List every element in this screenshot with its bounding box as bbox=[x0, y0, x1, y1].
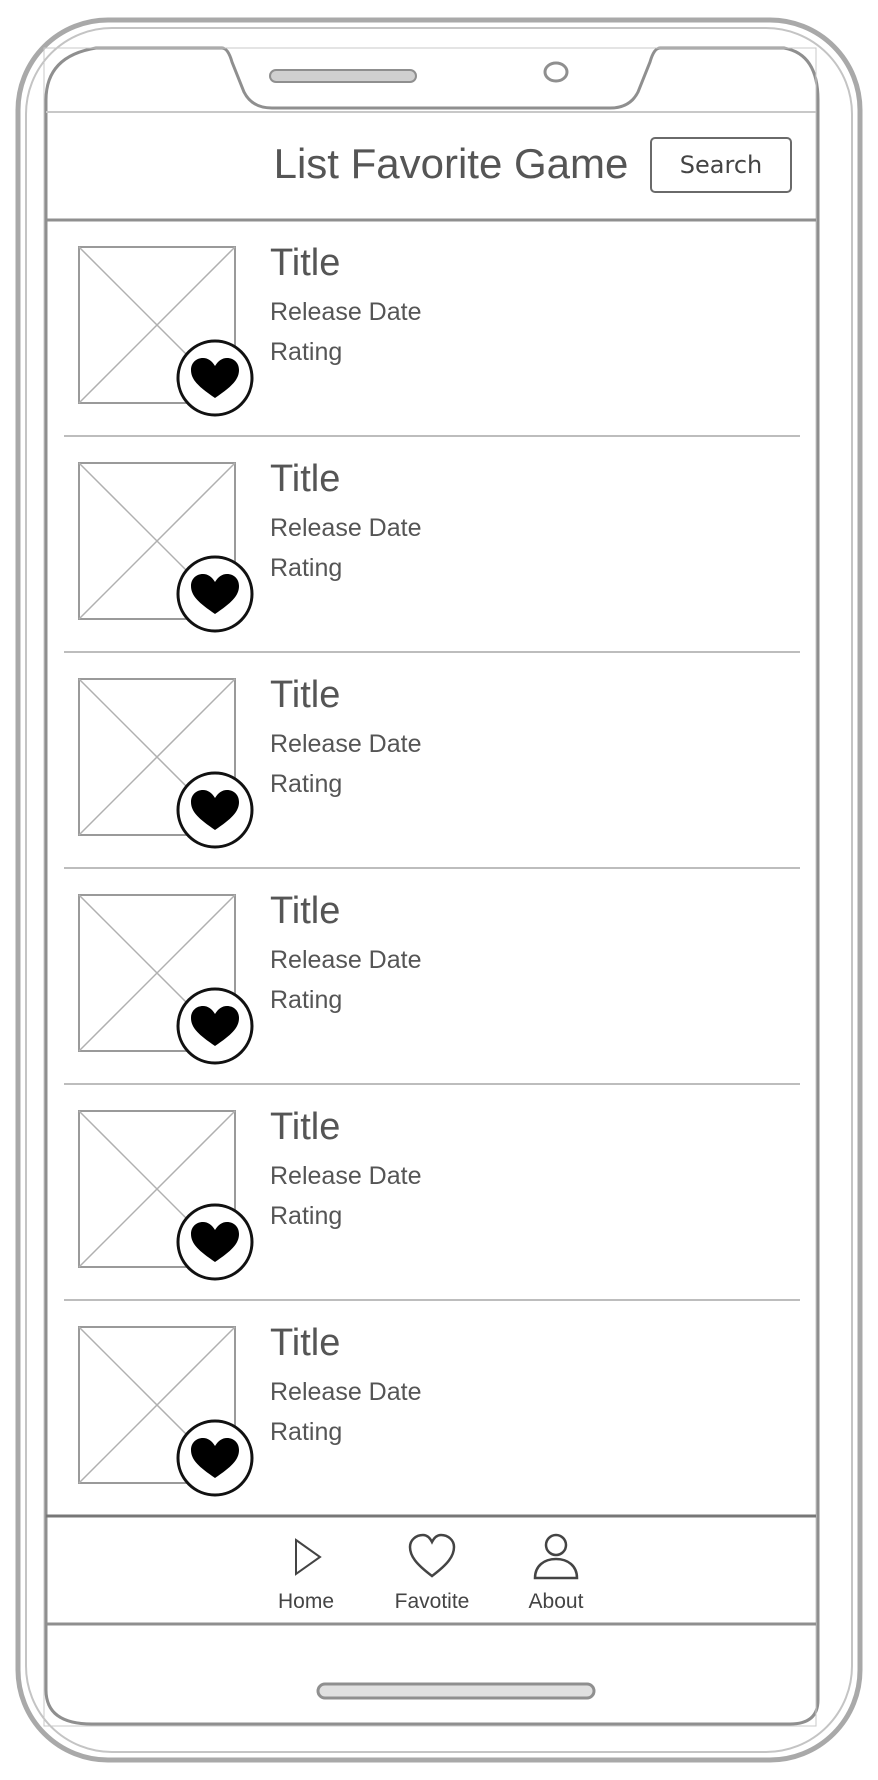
game-rating: Rating bbox=[270, 1418, 343, 1446]
game-list-item[interactable]: Title Release Date Rating bbox=[46, 654, 816, 870]
game-list-item[interactable]: Title Release Date Rating bbox=[46, 1086, 816, 1302]
favorite-heart-icon[interactable] bbox=[175, 554, 255, 634]
bottom-nav: Home Favotite About bbox=[46, 1518, 816, 1624]
play-icon bbox=[295, 1538, 322, 1576]
game-release-date: Release Date bbox=[270, 730, 422, 758]
game-release-date: Release Date bbox=[270, 1162, 422, 1190]
heart-icon bbox=[408, 1533, 456, 1578]
game-list-item[interactable]: Title Release Date Rating bbox=[46, 1302, 816, 1518]
game-title: Title bbox=[270, 1106, 341, 1148]
favorite-heart-icon[interactable] bbox=[175, 1418, 255, 1498]
list-divider bbox=[64, 651, 800, 653]
game-rating: Rating bbox=[270, 1202, 343, 1230]
favorite-heart-icon[interactable] bbox=[175, 986, 255, 1066]
game-title: Title bbox=[270, 1322, 341, 1364]
game-release-date: Release Date bbox=[270, 514, 422, 542]
game-title: Title bbox=[270, 674, 341, 716]
list-divider bbox=[64, 1299, 800, 1301]
nav-favorite[interactable]: Favotite bbox=[372, 1518, 492, 1624]
game-release-date: Release Date bbox=[270, 298, 422, 326]
game-title: Title bbox=[270, 242, 341, 284]
favorite-heart-icon[interactable] bbox=[175, 770, 255, 850]
search-button[interactable]: Search bbox=[650, 137, 792, 193]
nav-about-label: About bbox=[528, 1590, 584, 1613]
game-release-date: Release Date bbox=[270, 1378, 422, 1406]
list-divider bbox=[64, 435, 800, 437]
page-title: List Favorite Game bbox=[273, 140, 629, 187]
game-rating: Rating bbox=[270, 770, 343, 798]
game-rating: Rating bbox=[270, 986, 343, 1014]
list-divider bbox=[64, 1083, 800, 1085]
favorite-heart-icon[interactable] bbox=[175, 1202, 255, 1282]
game-list-item[interactable]: Title Release Date Rating bbox=[46, 222, 816, 438]
game-list-item[interactable]: Title Release Date Rating bbox=[46, 438, 816, 654]
nav-home-label: Home bbox=[277, 1590, 335, 1613]
game-list-item[interactable]: Title Release Date Rating bbox=[46, 870, 816, 1086]
game-title: Title bbox=[270, 890, 341, 932]
nav-home[interactable]: Home bbox=[246, 1518, 366, 1624]
user-icon bbox=[533, 1533, 579, 1580]
list-divider bbox=[64, 867, 800, 869]
favorite-heart-icon[interactable] bbox=[175, 338, 255, 418]
game-rating: Rating bbox=[270, 554, 343, 582]
nav-favorite-label: Favotite bbox=[394, 1590, 470, 1613]
game-title: Title bbox=[270, 458, 341, 500]
game-release-date: Release Date bbox=[270, 946, 422, 974]
game-rating: Rating bbox=[270, 338, 343, 366]
nav-about[interactable]: About bbox=[496, 1518, 616, 1624]
app-header: List Favorite Game Search bbox=[46, 112, 816, 220]
